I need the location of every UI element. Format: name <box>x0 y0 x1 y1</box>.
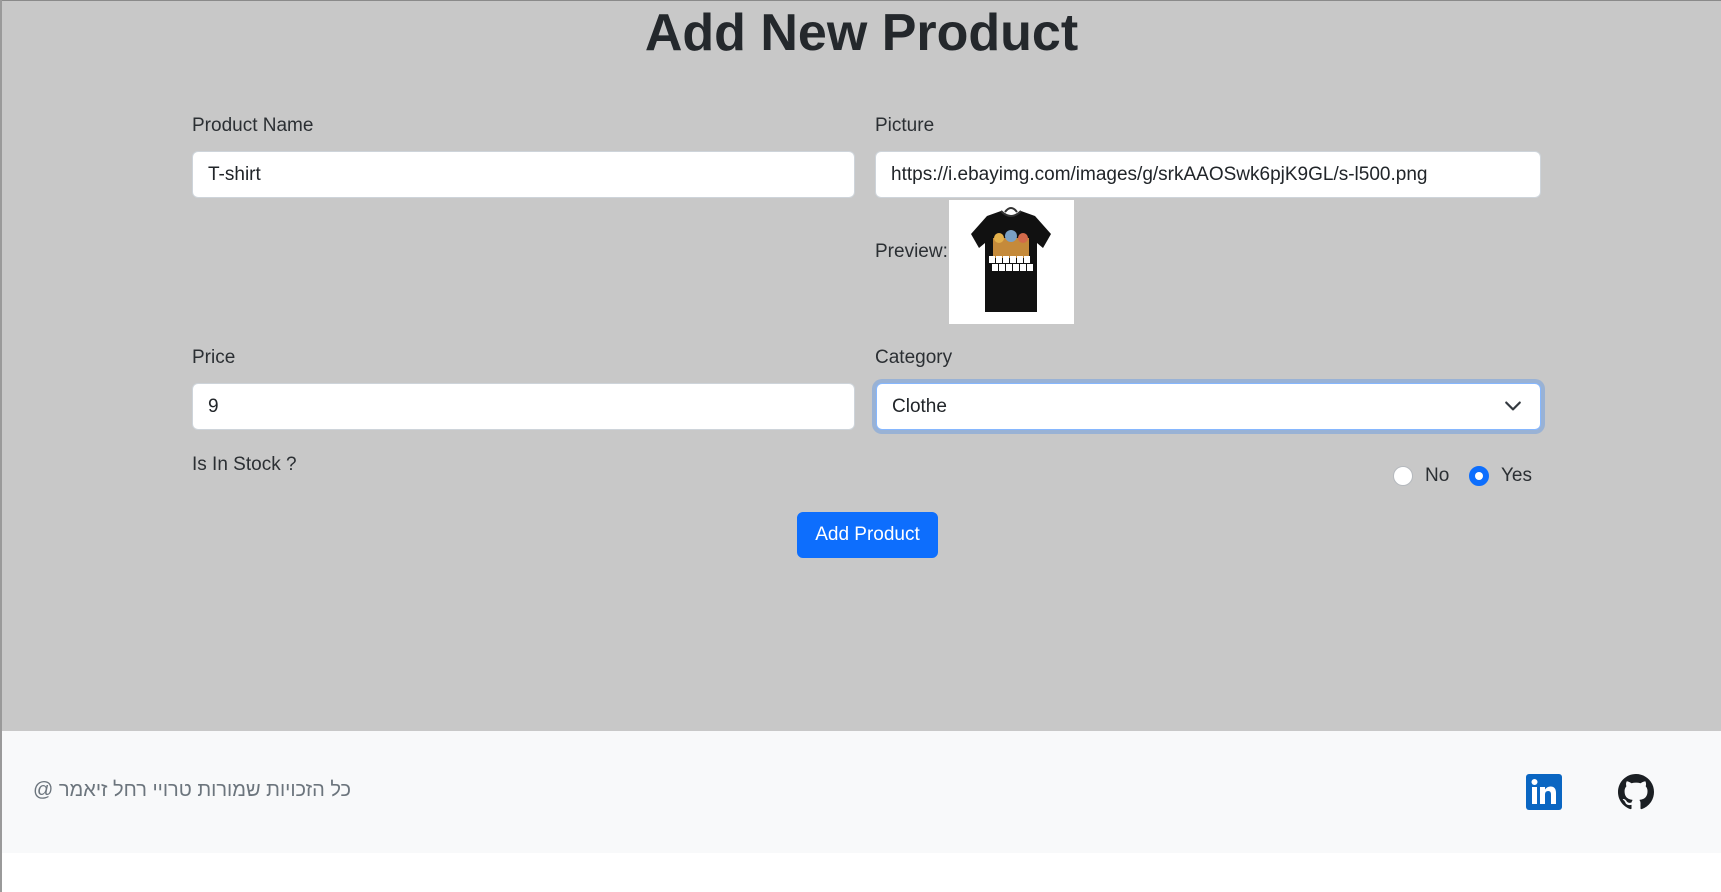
radio-yes[interactable] <box>1469 466 1489 486</box>
radio-no[interactable] <box>1393 466 1413 486</box>
picture-url-input[interactable] <box>875 151 1541 198</box>
price-input[interactable] <box>192 383 855 430</box>
product-name-label: Product Name <box>192 115 314 136</box>
linkedin-icon <box>1526 774 1562 810</box>
preview-label: Preview: <box>875 241 948 262</box>
category-selected-value: Clothe <box>892 396 947 417</box>
add-product-button[interactable]: Add Product <box>797 512 938 558</box>
product-name-input[interactable] <box>192 151 855 198</box>
github-icon <box>1618 774 1654 810</box>
copyright-text: כל הזכויות שמורות טרויי רחל זיאמר @ <box>33 779 352 801</box>
radio-no-label: No <box>1425 465 1450 486</box>
page-bottom <box>2 853 1721 892</box>
tshirt-image <box>949 200 1074 324</box>
github-link[interactable] <box>1618 774 1654 810</box>
in-stock-label: Is In Stock ? <box>192 454 297 475</box>
in-stock-option-no[interactable]: No <box>1393 464 1453 490</box>
footer: כל הזכויות שמורות טרויי רחל זיאמר @ <box>2 731 1721 853</box>
price-label: Price <box>192 347 236 368</box>
main-content: Add New Product Product Name Picture Pre… <box>2 1 1721 731</box>
category-label: Category <box>875 347 953 368</box>
product-preview-image <box>949 200 1074 324</box>
category-select[interactable]: Clothe <box>876 383 1541 430</box>
in-stock-option-yes[interactable]: Yes <box>1469 464 1539 490</box>
picture-label: Picture <box>875 115 935 136</box>
radio-yes-label: Yes <box>1501 465 1532 486</box>
linkedin-link[interactable] <box>1526 774 1562 810</box>
page-title: Add New Product <box>644 4 1079 62</box>
chevron-down-icon <box>1505 401 1521 411</box>
